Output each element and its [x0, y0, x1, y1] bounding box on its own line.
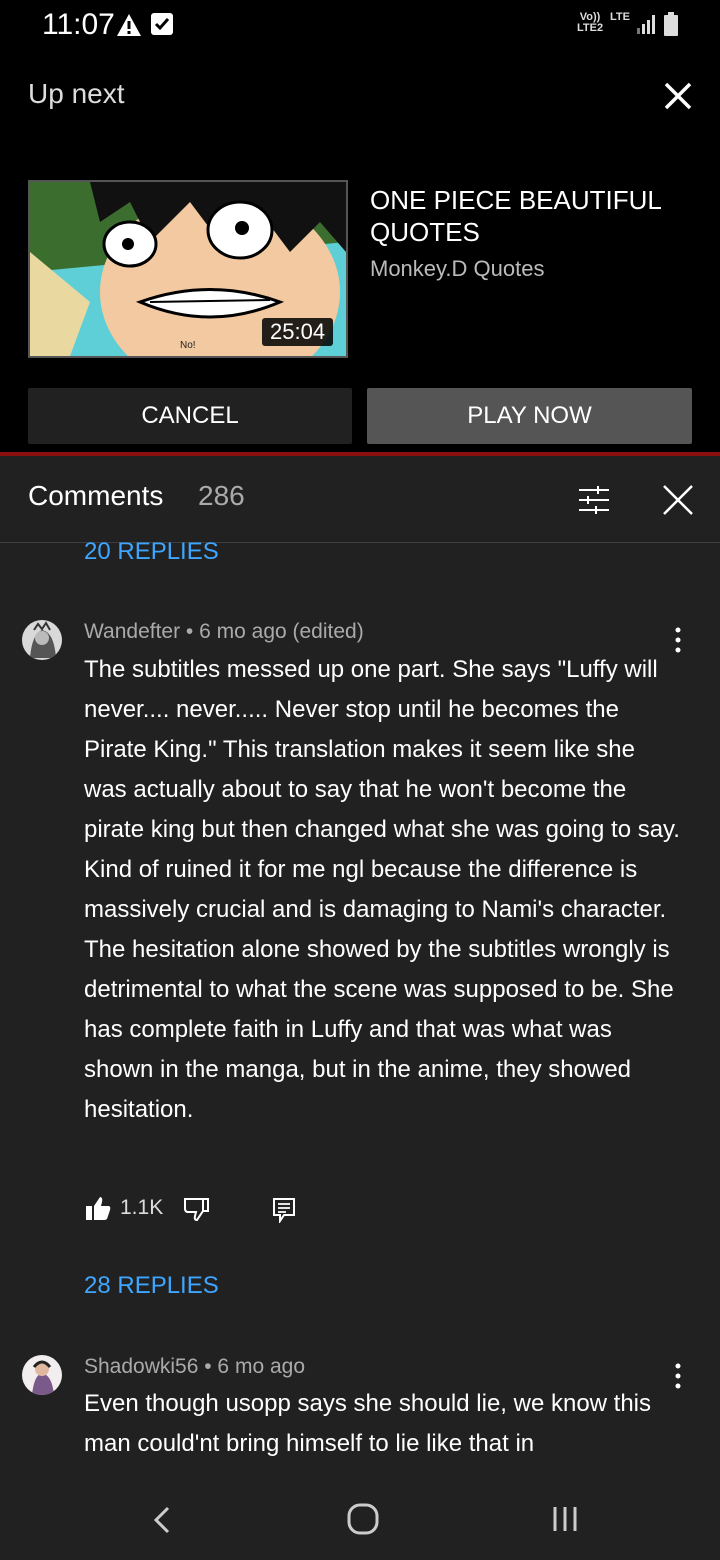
comments-count: 286	[198, 480, 245, 511]
video-title[interactable]: ONE PIECE BEAUTIFUL QUOTES	[370, 184, 690, 248]
comment-text: The subtitles messed up one part. She sa…	[84, 656, 680, 1123]
like-icon[interactable]	[84, 1194, 112, 1222]
like-count: 1.1K	[120, 1196, 164, 1219]
replies-link[interactable]: 20 REPLIES	[84, 538, 219, 566]
comments-title: Comments	[28, 480, 164, 511]
lte-indicator: LTE	[610, 11, 630, 23]
thumbnail-caption: No!	[180, 340, 196, 351]
warning-icon	[117, 14, 141, 36]
battery-icon	[664, 12, 678, 36]
recent-apps-icon[interactable]	[550, 1504, 580, 1534]
play-now-button[interactable]: PLAY NOW	[367, 388, 692, 444]
replies-link[interactable]: 28 REPLIES	[84, 1272, 219, 1300]
comments-panel: Comments 286 20 REPLIES Wandefter • 6 mo…	[0, 456, 720, 1478]
volte-indicator: Vo)) LTE2	[577, 11, 604, 34]
cancel-button[interactable]: CANCEL	[28, 388, 352, 444]
comment-meta: Wandefter • 6 mo ago (edited)	[84, 620, 364, 643]
dislike-icon[interactable]	[182, 1196, 210, 1224]
checkbox-notification-icon	[151, 13, 173, 35]
avatar[interactable]	[22, 620, 62, 660]
back-icon[interactable]	[150, 1504, 174, 1536]
reply-icon[interactable]	[272, 1197, 296, 1223]
up-next-label: Up next	[28, 78, 125, 109]
signal-icon	[637, 15, 655, 34]
status-time: 11:07	[42, 8, 115, 41]
status-bar: 11:07 Vo)) LTE2 LTE	[0, 0, 720, 54]
comment-meta: Shadowki56 • 6 mo ago	[84, 1355, 305, 1378]
video-channel[interactable]: Monkey.D Quotes	[370, 256, 544, 282]
navigation-bar	[0, 1478, 720, 1560]
close-icon[interactable]	[660, 78, 696, 114]
video-duration: 25:04	[262, 318, 334, 346]
close-comments-icon[interactable]	[660, 482, 696, 518]
avatar[interactable]	[22, 1355, 62, 1395]
home-icon[interactable]	[346, 1502, 380, 1536]
sort-filter-icon[interactable]	[576, 482, 612, 518]
comment-text: Even though usopp says she should lie, w…	[84, 1390, 652, 1457]
